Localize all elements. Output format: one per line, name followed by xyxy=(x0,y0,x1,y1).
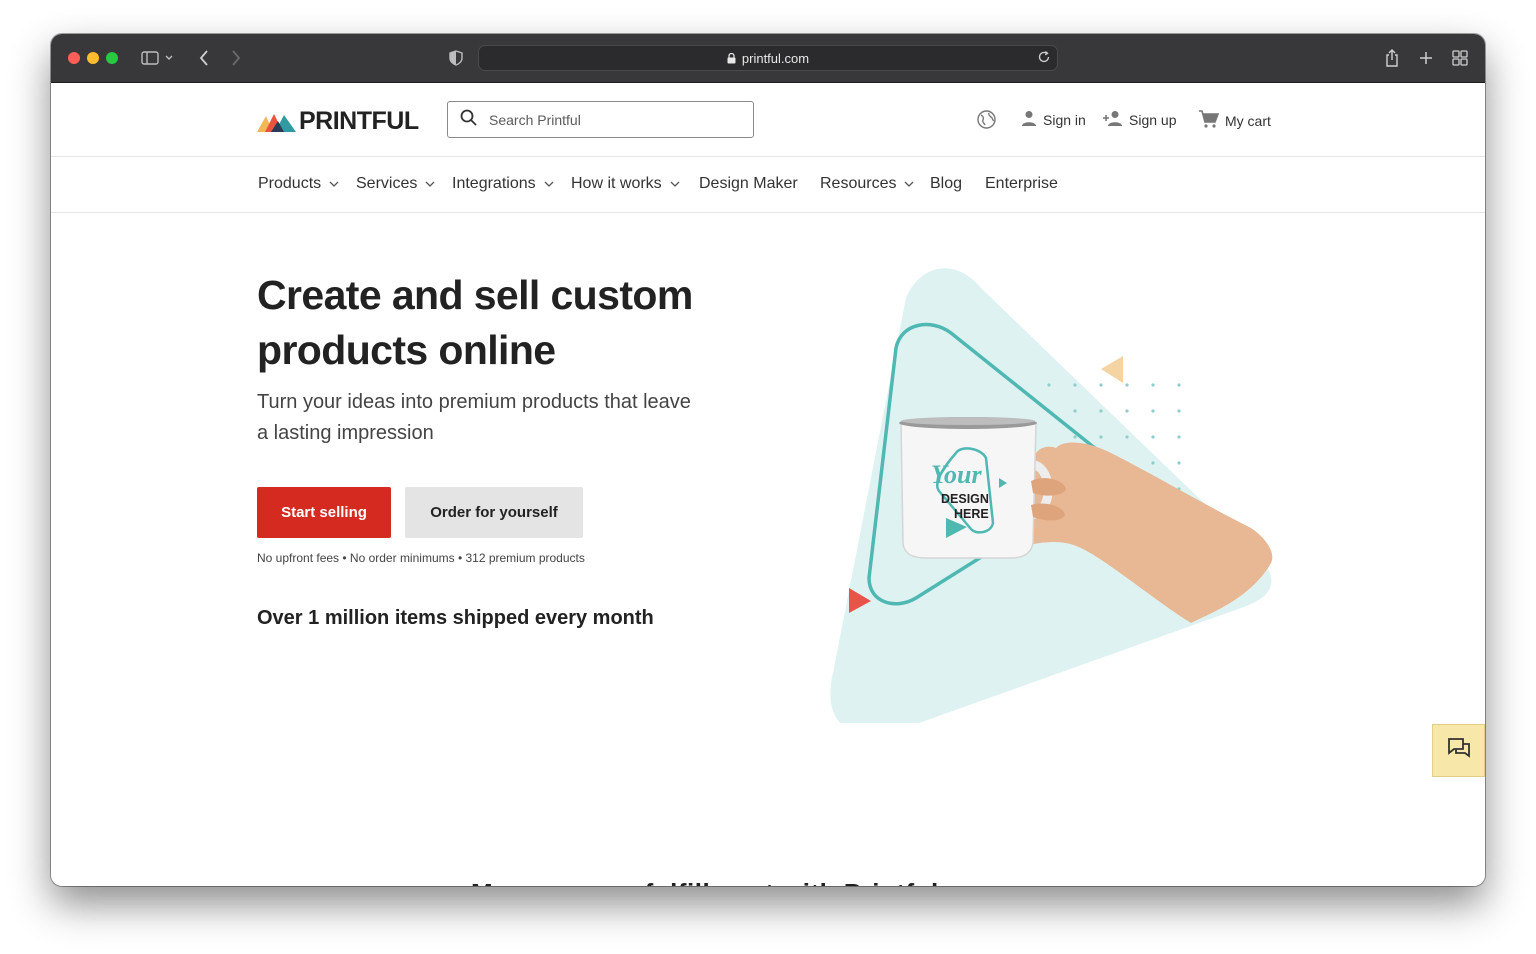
nav-item-design-maker[interactable]: Design Maker xyxy=(699,175,798,193)
nav-label: Enterprise xyxy=(985,175,1058,192)
zoom-window-button[interactable] xyxy=(106,52,118,64)
tab-overview-icon[interactable] xyxy=(1449,48,1471,68)
mug-text-your: Your xyxy=(931,460,982,489)
share-icon[interactable] xyxy=(1381,48,1403,68)
minimize-window-button[interactable] xyxy=(87,52,99,64)
main-nav: Products Services Integrations How it wo… xyxy=(51,158,1485,213)
new-tab-icon[interactable] xyxy=(1415,48,1437,68)
web-page: PRINTFUL Sign in Sign xyxy=(51,83,1485,886)
sign-up-label: Sign up xyxy=(1129,111,1177,128)
nav-item-blog[interactable]: Blog xyxy=(930,175,962,193)
back-icon[interactable] xyxy=(193,48,215,68)
nav-label: Resources xyxy=(820,175,897,192)
mug-body xyxy=(900,422,1037,559)
nav-label: Products xyxy=(258,175,322,192)
chevron-down-icon[interactable] xyxy=(163,48,175,68)
logo-mountains-icon xyxy=(257,113,296,132)
chat-icon xyxy=(1447,738,1470,763)
start-selling-button[interactable]: Start selling xyxy=(257,487,391,538)
sign-up-link[interactable]: Sign up xyxy=(1103,110,1176,129)
nav-label: How it works xyxy=(571,175,662,192)
nav-label: Blog xyxy=(930,175,963,192)
nav-label: Design Maker xyxy=(699,175,798,192)
mug-text-here: HERE xyxy=(954,507,989,521)
shipping-stat: Over 1 million items shipped every month xyxy=(257,607,654,629)
cart-link[interactable]: My cart xyxy=(1199,110,1271,131)
nav-item-services[interactable]: Services xyxy=(356,175,435,193)
site-header: PRINTFUL Sign in Sign xyxy=(51,83,1485,157)
nav-item-enterprise[interactable]: Enterprise xyxy=(985,175,1058,193)
next-section-heading: Manage your fulfillment with Printful xyxy=(471,878,939,886)
browser-toolbar: printful.com xyxy=(51,34,1485,83)
printful-logo[interactable]: PRINTFUL xyxy=(257,107,419,136)
order-for-yourself-button[interactable]: Order for yourself xyxy=(405,487,583,538)
cart-icon xyxy=(1199,110,1220,131)
cart-label: My cart xyxy=(1225,112,1271,129)
user-icon xyxy=(1021,110,1037,129)
privacy-shield-icon[interactable] xyxy=(445,48,467,68)
reload-icon[interactable] xyxy=(1037,50,1051,67)
nav-item-how-it-works[interactable]: How it works xyxy=(571,175,680,193)
accent-triangle-orange xyxy=(1101,356,1123,383)
nav-item-integrations[interactable]: Integrations xyxy=(452,175,554,193)
chevron-down-icon xyxy=(904,181,914,187)
sidebar-icon[interactable] xyxy=(139,48,161,68)
browser-window: printful.com PRINTFUL Search Printful Si… xyxy=(51,34,1485,886)
nav-item-products[interactable]: Products xyxy=(258,175,339,193)
sign-in-link[interactable]: Sign in xyxy=(1021,110,1086,129)
language-globe-icon[interactable] xyxy=(977,110,996,129)
search-box[interactable] xyxy=(447,101,754,138)
sign-in-label: Sign in xyxy=(1043,111,1086,128)
chat-support-button[interactable] xyxy=(1432,724,1485,777)
url-text: printful.com xyxy=(741,50,810,66)
chevron-down-icon xyxy=(329,181,339,187)
chevron-down-icon xyxy=(670,181,680,187)
hero-subtitle: Turn your ideas into premium products th… xyxy=(257,391,691,444)
close-window-button[interactable] xyxy=(68,52,80,64)
add-user-icon xyxy=(1103,110,1123,129)
nav-label: Integrations xyxy=(452,175,536,192)
hero-mug-illustration: Your DESIGN HERE xyxy=(830,268,1273,723)
chevron-down-icon xyxy=(544,181,554,187)
address-bar[interactable]: printful.com xyxy=(478,45,1058,71)
search-icon xyxy=(460,109,477,131)
search-input[interactable] xyxy=(489,111,729,128)
lock-icon xyxy=(727,52,736,64)
hero-fine-print: No upfront fees • No order minimums • 31… xyxy=(257,551,585,565)
nav-item-resources[interactable]: Resources xyxy=(820,175,914,193)
chevron-down-icon xyxy=(425,181,435,187)
logo-wordmark: PRINTFUL xyxy=(299,107,419,135)
forward-icon[interactable] xyxy=(225,48,247,68)
nav-label: Services xyxy=(356,175,418,192)
mug-text-design: DESIGN xyxy=(941,492,989,506)
hero-title: Create and sell custom products online xyxy=(257,272,693,373)
